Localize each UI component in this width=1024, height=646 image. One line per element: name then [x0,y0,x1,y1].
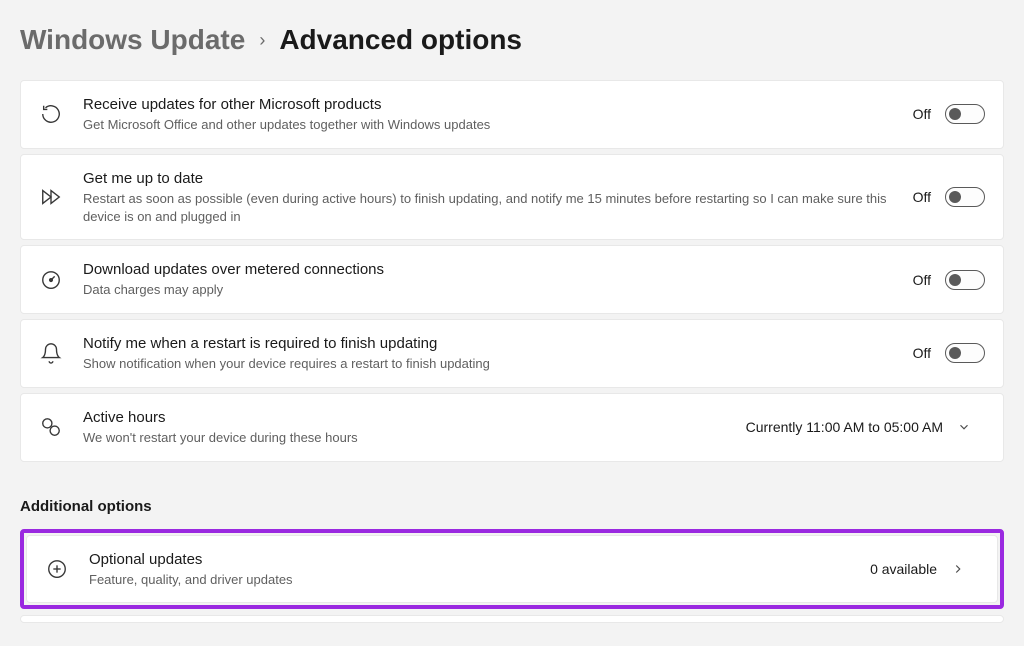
setting-desc: Show notification when your device requi… [83,355,893,373]
page-title: Advanced options [279,24,522,56]
toggle-state-label: Off [913,189,931,205]
setting-title: Active hours [83,408,726,428]
section-additional-options: Additional options [20,498,1004,515]
setting-desc: Data charges may apply [83,281,893,299]
toggle-state-label: Off [913,106,931,122]
setting-text: Get me up to date Restart as soon as pos… [83,169,893,225]
fast-forward-icon [39,185,63,209]
active-hours-value: Currently 11:00 AM to 05:00 AM [746,419,943,435]
setting-receive-updates-other-products[interactable]: Receive updates for other Microsoft prod… [20,80,1004,149]
setting-restart-notify[interactable]: Notify me when a restart is required to … [20,319,1004,388]
setting-next-partial[interactable] [20,615,1004,623]
breadcrumb: Windows Update › Advanced options [20,24,1004,56]
chevron-right-icon[interactable] [951,562,979,576]
toggle-switch[interactable] [945,343,985,363]
bell-icon [39,341,63,365]
setting-desc: Restart as soon as possible (even during… [83,190,893,225]
toggle-switch[interactable] [945,270,985,290]
sync-icon [39,102,63,126]
setting-active-hours[interactable]: Active hours We won't restart your devic… [20,393,1004,462]
toggle-switch[interactable] [945,104,985,124]
plus-circle-icon [45,557,69,581]
setting-text: Receive updates for other Microsoft prod… [83,95,893,134]
setting-text: Active hours We won't restart your devic… [83,408,726,447]
setting-text: Optional updates Feature, quality, and d… [89,550,850,589]
setting-text: Download updates over metered connection… [83,260,893,299]
setting-text: Notify me when a restart is required to … [83,334,893,373]
toggle-switch[interactable] [945,187,985,207]
chevron-down-icon[interactable] [957,420,985,434]
gauge-icon [39,268,63,292]
toggle-state-label: Off [913,345,931,361]
setting-get-me-up-to-date[interactable]: Get me up to date Restart as soon as pos… [20,154,1004,240]
setting-metered-connections[interactable]: Download updates over metered connection… [20,245,1004,314]
optional-updates-count: 0 available [870,561,937,577]
toggle-state-label: Off [913,272,931,288]
chevron-right-icon: › [259,30,265,51]
setting-optional-updates[interactable]: Optional updates Feature, quality, and d… [26,535,998,604]
setting-title: Notify me when a restart is required to … [83,334,893,354]
setting-title: Download updates over metered connection… [83,260,893,280]
highlight-optional-updates: Optional updates Feature, quality, and d… [20,529,1004,610]
setting-desc: Get Microsoft Office and other updates t… [83,116,893,134]
setting-desc: Feature, quality, and driver updates [89,571,850,589]
setting-title: Optional updates [89,550,850,570]
setting-title: Get me up to date [83,169,893,189]
setting-title: Receive updates for other Microsoft prod… [83,95,893,115]
active-hours-icon [39,415,63,439]
breadcrumb-parent[interactable]: Windows Update [20,24,245,56]
setting-desc: We won't restart your device during thes… [83,429,726,447]
